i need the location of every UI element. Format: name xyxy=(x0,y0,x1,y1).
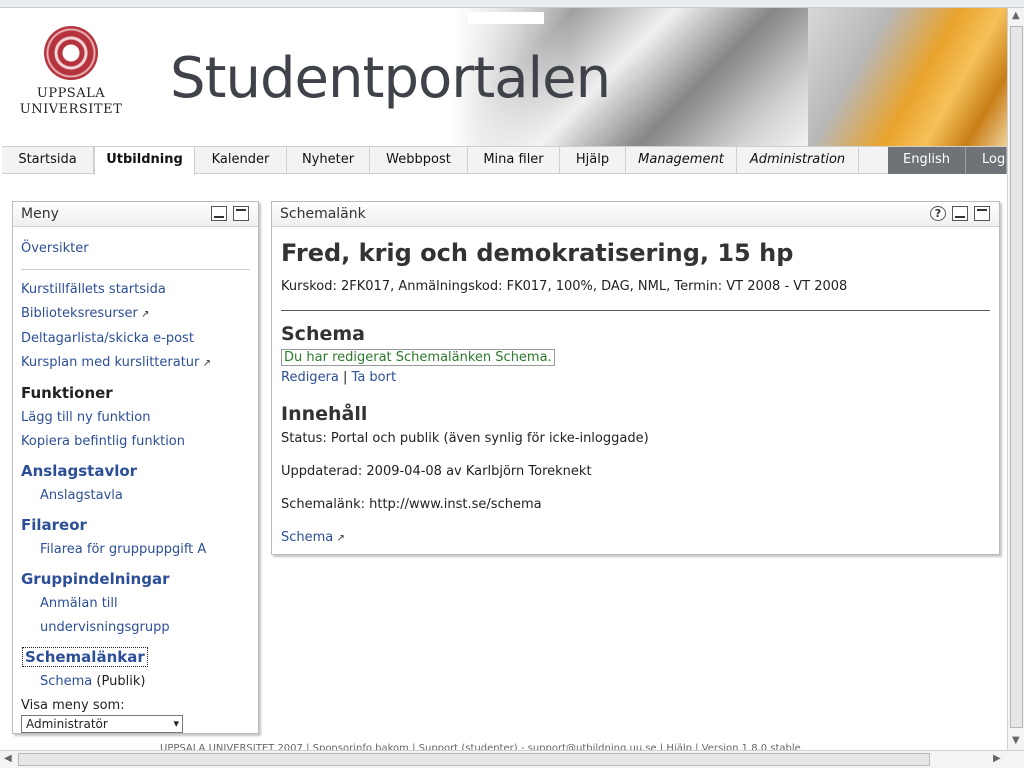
tab-utbildning[interactable]: Utbildning xyxy=(94,147,195,175)
main-nav-tabs: Startsida Utbildning Kalender Nyheter We… xyxy=(2,146,1007,175)
scroll-right-icon[interactable]: ▶ xyxy=(993,753,1001,764)
tab-english[interactable]: English xyxy=(888,147,966,174)
scroll-up-icon[interactable]: ▲ xyxy=(1012,10,1020,21)
success-notice: Du har redigerat Schemalänken Schema. xyxy=(281,349,555,366)
scroll-down-icon[interactable]: ▼ xyxy=(1012,735,1020,746)
site-header: UPPSALA UNIVERSITET Studentportalen xyxy=(2,8,1007,146)
browser-top-edge xyxy=(0,0,1024,8)
logo-line-2: UNIVERSITET xyxy=(19,102,123,117)
view-as-select[interactable]: Administratör xyxy=(21,715,183,733)
schemalank-panel-header: Schemalänk ? xyxy=(272,202,999,227)
menu-link-deltagarlista[interactable]: Deltagarlista/skicka e-post xyxy=(21,327,250,351)
menu-link-biblioteksresurser[interactable]: Biblioteksresurser xyxy=(21,302,250,327)
delete-link[interactable]: Ta bort xyxy=(352,370,397,385)
header-photo-gap xyxy=(468,12,544,24)
menu-body: Översikter Kurstillfällets startsida Bib… xyxy=(13,227,258,704)
menu-link-oversikter[interactable]: Översikter xyxy=(21,237,250,261)
course-title: Fred, krig och demokratisering, 15 hp xyxy=(281,239,794,267)
schema-url-text: Schemalänk: http://www.inst.se/schema xyxy=(281,497,542,512)
schema-external-link[interactable]: Schema xyxy=(281,530,345,545)
schema-link-row: Schema xyxy=(281,530,990,545)
menu-heading-anslagstavlor[interactable]: Anslagstavlor xyxy=(21,462,250,480)
menu-divider xyxy=(21,269,250,270)
schemalank-body: Fred, krig och demokratisering, 15 hp Ku… xyxy=(272,227,999,557)
menu-item-filarea[interactable]: Filarea för gruppuppgift A xyxy=(21,538,250,562)
menu-panel: Meny Översikter Kurstillfällets startsid… xyxy=(12,201,259,734)
menu-item-schema[interactable]: Schema xyxy=(40,674,92,689)
site-title: Studentportalen xyxy=(170,46,611,111)
university-seal-icon xyxy=(44,26,98,80)
menu-heading-gruppindelningar[interactable]: Gruppindelningar xyxy=(21,570,250,588)
updated-text: Uppdaterad: 2009-04-08 av Karlbjörn Tore… xyxy=(281,464,592,479)
menu-panel-header: Meny xyxy=(13,202,258,227)
vertical-scrollbar[interactable]: ▲ ▼ xyxy=(1007,8,1024,750)
schemalank-panel-title: Schemalänk xyxy=(280,206,366,222)
menu-heading-schemalankar-label[interactable]: Schemalänkar xyxy=(22,647,148,667)
action-separator: | xyxy=(343,370,348,385)
menu-panel-title: Meny xyxy=(21,206,59,222)
vertical-scroll-thumb[interactable] xyxy=(1010,26,1023,728)
schemalank-panel: Schemalänk ? Fred, krig och demokratiser… xyxy=(271,201,1000,555)
menu-item-anmalan[interactable]: Anmälan till undervisningsgrupp xyxy=(21,592,250,640)
horizontal-scroll-thumb[interactable] xyxy=(18,753,930,766)
tab-management[interactable]: Management xyxy=(626,147,737,174)
minimize-icon[interactable] xyxy=(211,206,227,221)
maximize-icon[interactable] xyxy=(233,206,249,221)
menu-link-kursplan[interactable]: Kursplan med kurslitteratur xyxy=(21,351,250,376)
menu-heading-funktioner: Funktioner xyxy=(21,384,113,402)
view-as-label: Visa meny som: xyxy=(21,698,125,713)
menu-item-schema-visibility: (Publik) xyxy=(96,674,146,689)
header-photo-book xyxy=(808,8,1007,146)
horizontal-scrollbar[interactable]: ◀ ▶ xyxy=(0,750,1024,768)
tab-hjalp[interactable]: Hjälp xyxy=(560,147,626,174)
status-text: Status: Portal och publik (även synlig f… xyxy=(281,431,649,446)
edit-link[interactable]: Redigera xyxy=(281,370,339,385)
menu-item-schema-row: Schema (Publik) xyxy=(21,670,250,694)
schema-actions: Redigera | Ta bort xyxy=(281,370,990,385)
schema-heading: Schema xyxy=(281,323,365,345)
content-heading: Innehåll xyxy=(281,403,368,425)
logo-line-1: UPPSALA xyxy=(36,86,106,101)
menu-link-add-function[interactable]: Lägg till ny funktion xyxy=(21,406,250,430)
help-icon[interactable]: ? xyxy=(930,206,946,221)
menu-item-anslagstavla[interactable]: Anslagstavla xyxy=(21,484,250,508)
tab-webbpost[interactable]: Webbpost xyxy=(370,147,468,174)
tab-administration[interactable]: Administration xyxy=(737,147,859,174)
tab-mina-filer[interactable]: Mina filer xyxy=(468,147,560,174)
page-viewport: UPPSALA UNIVERSITET Studentportalen Star… xyxy=(2,8,1007,750)
tab-startsida[interactable]: Startsida xyxy=(2,147,94,174)
tab-kalender[interactable]: Kalender xyxy=(195,147,287,174)
menu-link-copy-function[interactable]: Kopiera befintlig funktion xyxy=(21,430,250,454)
section-divider xyxy=(281,310,990,311)
scroll-left-icon[interactable]: ◀ xyxy=(4,753,12,764)
menu-view-as: Visa meny som: Administratör xyxy=(21,698,183,733)
tab-logout[interactable]: Log xyxy=(966,147,1007,174)
logo-text: UPPSALA UNIVERSITET xyxy=(16,86,126,118)
tab-nyheter[interactable]: Nyheter xyxy=(287,147,370,174)
menu-link-kurstillfalle[interactable]: Kurstillfällets startsida xyxy=(21,278,250,302)
menu-heading-filareor[interactable]: Filareor xyxy=(21,516,250,534)
maximize-icon[interactable] xyxy=(974,206,990,221)
course-info: Kurskod: 2FK017, Anmälningskod: FK017, 1… xyxy=(281,279,848,294)
menu-heading-schemalankar[interactable]: Schemalänkar xyxy=(21,647,250,667)
uu-logo[interactable]: UPPSALA UNIVERSITET xyxy=(16,26,126,118)
minimize-icon[interactable] xyxy=(952,206,968,221)
